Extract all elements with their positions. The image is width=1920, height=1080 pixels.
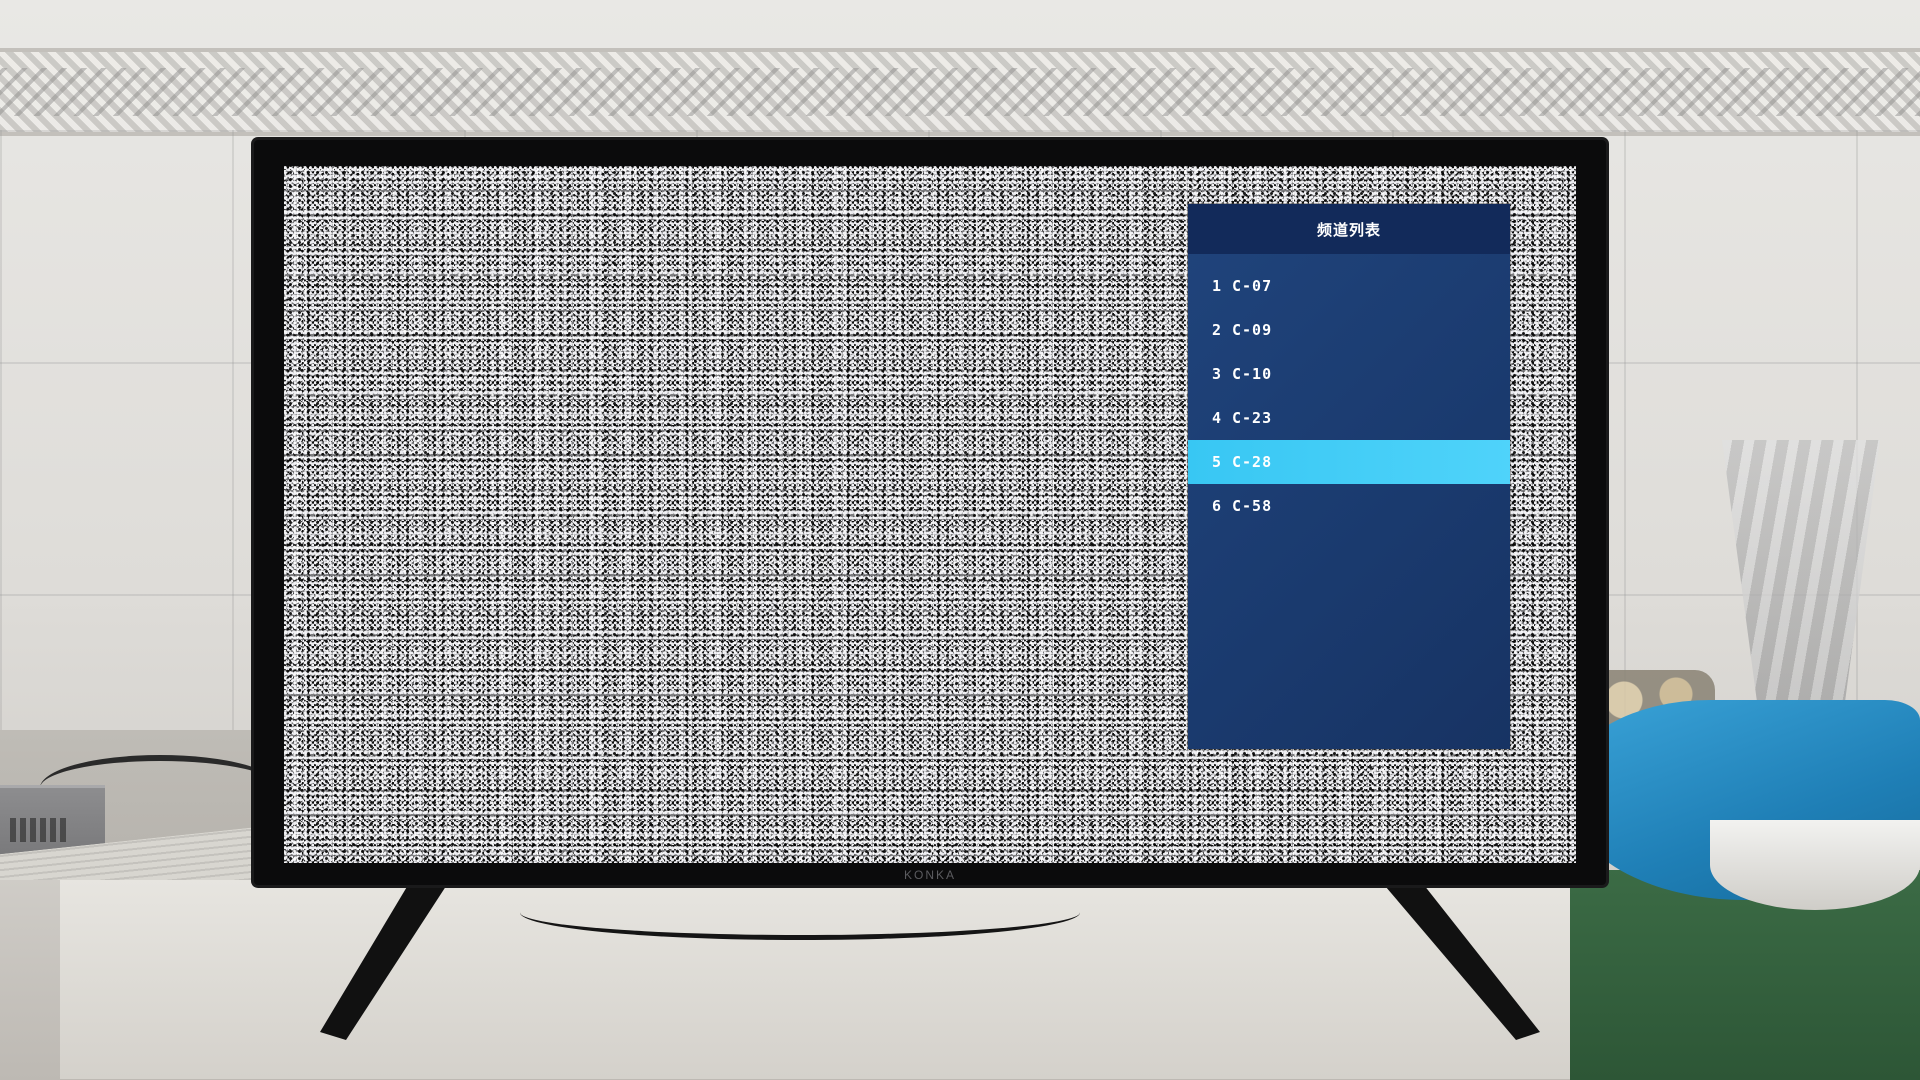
channel-item[interactable]: 4 C-23 — [1188, 396, 1510, 440]
channel-list-panel[interactable]: 频道列表 1 C-07 2 C-09 3 C-10 4 C-23 5 C-28 … — [1188, 204, 1510, 749]
channel-list-header: 频道列表 — [1188, 204, 1510, 254]
channel-number: 1 — [1212, 277, 1223, 295]
vent-grille — [10, 818, 70, 842]
tv-cable — [520, 885, 1080, 940]
channel-number: 4 — [1212, 409, 1223, 427]
channel-list-title: 频道列表 — [1316, 220, 1381, 239]
decorative-tile-border — [0, 48, 1920, 136]
channel-item-selected[interactable]: 5 C-28 — [1188, 440, 1510, 484]
channel-name: C-10 — [1232, 365, 1273, 383]
channel-name: C-23 — [1232, 409, 1273, 427]
channel-item[interactable]: 1 C-07 — [1188, 264, 1510, 308]
white-bowl — [1710, 820, 1920, 910]
channel-list: 1 C-07 2 C-09 3 C-10 4 C-23 5 C-28 6 C-5… — [1188, 264, 1510, 528]
channel-number: 3 — [1212, 365, 1223, 383]
channel-item[interactable]: 2 C-09 — [1188, 308, 1510, 352]
channel-name: C-09 — [1232, 321, 1273, 339]
channel-item[interactable]: 3 C-10 — [1188, 352, 1510, 396]
tv-brand-logo: KONKA — [903, 868, 956, 882]
channel-number: 6 — [1212, 497, 1223, 515]
channel-name: C-28 — [1232, 453, 1273, 471]
channel-number: 5 — [1212, 453, 1223, 471]
channel-number: 2 — [1212, 321, 1223, 339]
channel-name: C-07 — [1232, 277, 1273, 295]
channel-item[interactable]: 6 C-58 — [1188, 484, 1510, 528]
channel-name: C-58 — [1232, 497, 1273, 515]
